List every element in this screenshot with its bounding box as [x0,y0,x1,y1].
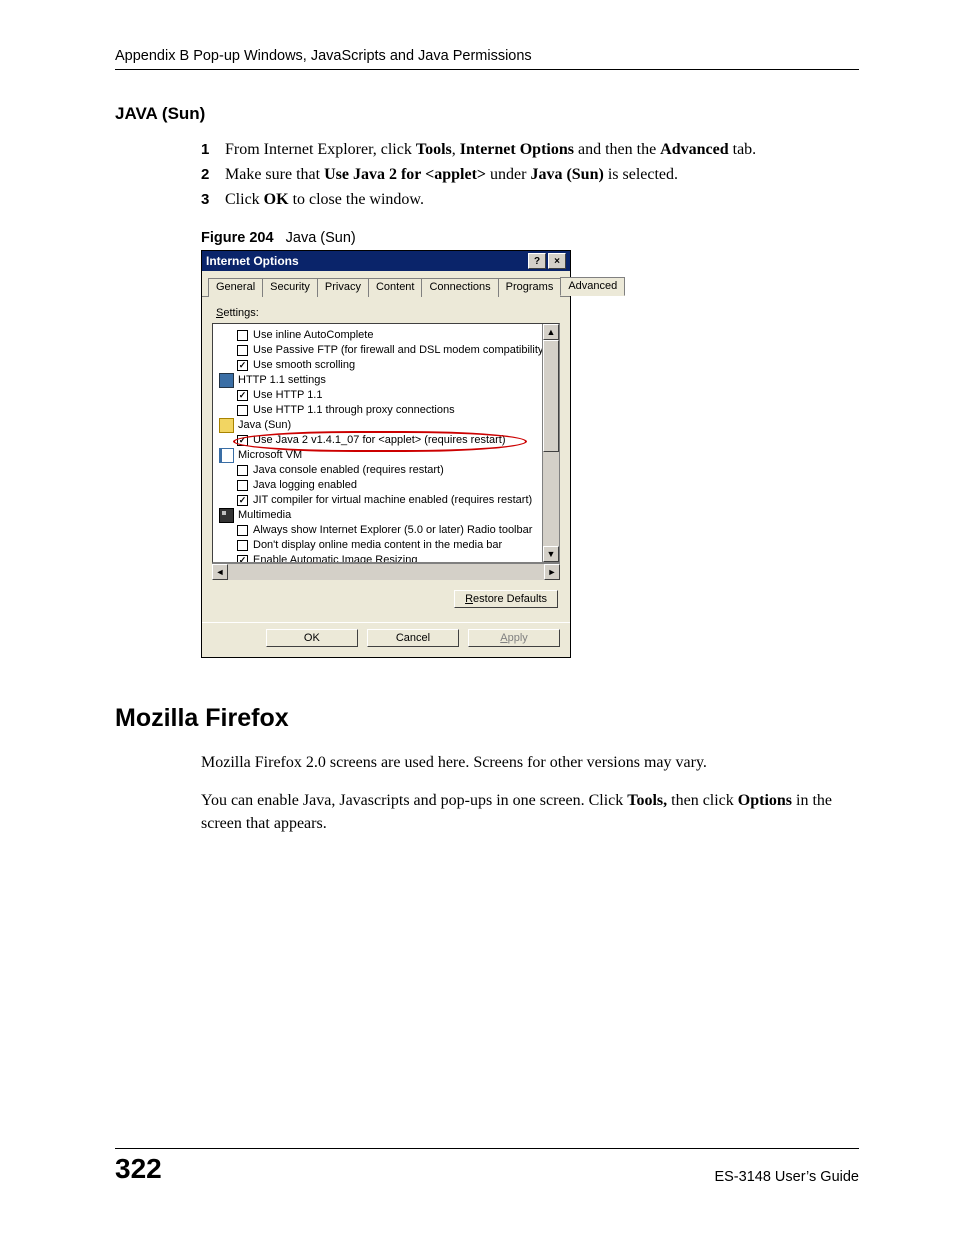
category-icon [219,508,234,523]
settings-item-label: Always show Internet Explorer (5.0 or la… [253,523,532,538]
settings-item-label: Java console enabled (requires restart) [253,463,444,478]
settings-checkbox-row[interactable]: Always show Internet Explorer (5.0 or la… [219,523,559,538]
settings-checkbox-row[interactable]: Java logging enabled [219,478,559,493]
internet-options-dialog: Internet Options ? × General Security Pr… [201,250,571,658]
step-2: 2 Make sure that Use Java 2 for <applet>… [201,163,859,188]
settings-checkbox-row[interactable]: Use HTTP 1.1 through proxy connections [219,403,559,418]
category-icon [219,448,234,463]
scroll-left-icon[interactable]: ◄ [212,564,228,580]
checkbox-icon[interactable]: ✓ [237,555,248,563]
step-text: Make sure that Use Java 2 for <applet> u… [225,166,678,183]
figure-caption: Figure 204 Java (Sun) [201,230,859,246]
tab-general[interactable]: General [208,278,263,297]
checkbox-icon[interactable] [237,405,248,416]
scroll-down-icon[interactable]: ▼ [543,546,559,562]
settings-item-label: Java logging enabled [253,478,357,493]
ok-button[interactable]: OK [266,629,358,647]
step-3: 3 Click OK to close the window. [201,188,859,213]
checkbox-icon[interactable] [237,465,248,476]
heading-mozilla-firefox: Mozilla Firefox [115,704,859,733]
step-number: 2 [201,163,209,186]
advanced-pane: Settings: Use inline AutoCompleteUse Pas… [202,297,570,622]
tab-programs[interactable]: Programs [498,278,562,297]
tab-privacy[interactable]: Privacy [317,278,369,297]
settings-checkbox-row[interactable]: Use Passive FTP (for firewall and DSL mo… [219,343,559,358]
vertical-scrollbar[interactable]: ▲ ▼ [542,324,559,562]
guide-name: ES-3148 User’s Guide [714,1169,859,1185]
settings-category: Multimedia [219,508,559,523]
checkbox-icon[interactable]: ✓ [237,435,248,446]
checkbox-icon[interactable] [237,525,248,536]
restore-defaults-button[interactable]: Restore Defaults [454,590,558,608]
settings-item-label: Use smooth scrolling [253,358,355,373]
settings-item-label: Java (Sun) [238,418,291,433]
settings-checkbox-row[interactable]: ✓ Enable Automatic Image Resizing [219,553,559,563]
settings-checkbox-row[interactable]: Don't display online media content in th… [219,538,559,553]
category-icon [219,418,234,433]
cancel-button[interactable]: Cancel [367,629,459,647]
step-text: From Internet Explorer, click Tools, Int… [225,141,756,158]
step-number: 1 [201,138,209,161]
settings-item-label: HTTP 1.1 settings [238,373,326,388]
settings-item-label: Use Java 2 v1.4.1_07 for <applet> (requi… [253,433,506,448]
running-header: Appendix B Pop-up Windows, JavaScripts a… [115,48,859,70]
heading-java-sun: JAVA (Sun) [115,104,859,124]
page-footer: 322 ES-3148 User’s Guide [115,1148,859,1185]
settings-item-label: JIT compiler for virtual machine enabled… [253,493,532,508]
horizontal-scrollbar[interactable]: ◄ ► [212,563,560,580]
dialog-titlebar: Internet Options ? × [202,251,570,271]
settings-item-label: Use HTTP 1.1 through proxy connections [253,403,455,418]
settings-checkbox-row[interactable]: Use inline AutoComplete [219,328,559,343]
tab-strip: General Security Privacy Content Connect… [202,271,570,297]
checkbox-icon[interactable]: ✓ [237,495,248,506]
scroll-thumb[interactable] [543,340,559,452]
settings-label: Settings: [216,307,560,319]
tab-security[interactable]: Security [262,278,318,297]
settings-item-label: Use Passive FTP (for firewall and DSL mo… [253,343,547,358]
settings-checkbox-row[interactable]: ✓ Use smooth scrolling [219,358,559,373]
settings-item-label: Use inline AutoComplete [253,328,373,343]
apply-button[interactable]: Apply [468,629,560,647]
checkbox-icon[interactable] [237,540,248,551]
page-number: 322 [115,1153,162,1185]
step-text: Click OK to close the window. [225,191,424,208]
scroll-right-icon[interactable]: ► [544,564,560,580]
settings-checkbox-row[interactable]: ✓ JIT compiler for virtual machine enable… [219,493,559,508]
settings-checkbox-row[interactable]: ✓ Use Java 2 v1.4.1_07 for <applet> (requ… [219,433,559,448]
settings-item-label: Don't display online media content in th… [253,538,502,553]
settings-tree[interactable]: Use inline AutoCompleteUse Passive FTP (… [212,323,560,563]
settings-item-label: Multimedia [238,508,291,523]
help-button[interactable]: ? [528,253,546,269]
scroll-up-icon[interactable]: ▲ [543,324,559,340]
dialog-button-row: OK Cancel Apply [202,622,570,657]
settings-item-label: Microsoft VM [238,448,302,463]
checkbox-icon[interactable] [237,480,248,491]
java-steps-list: 1 From Internet Explorer, click Tools, I… [201,138,859,212]
dialog-title: Internet Options [206,254,299,268]
category-icon [219,373,234,388]
tab-advanced[interactable]: Advanced [560,277,625,296]
settings-checkbox-row[interactable]: Java console enabled (requires restart) [219,463,559,478]
checkbox-icon[interactable]: ✓ [237,390,248,401]
tab-connections[interactable]: Connections [421,278,498,297]
step-number: 3 [201,188,209,211]
settings-category: Java (Sun) [219,418,559,433]
step-1: 1 From Internet Explorer, click Tools, I… [201,138,859,163]
figure-title: Java (Sun) [286,230,356,246]
close-button[interactable]: × [548,253,566,269]
firefox-para-1: Mozilla Firefox 2.0 screens are used her… [201,751,851,774]
firefox-para-2: You can enable Java, Javascripts and pop… [201,789,851,835]
settings-category: Microsoft VM [219,448,559,463]
tab-content[interactable]: Content [368,278,423,297]
settings-item-label: Enable Automatic Image Resizing [253,553,417,563]
checkbox-icon[interactable] [237,345,248,356]
settings-category: HTTP 1.1 settings [219,373,559,388]
settings-checkbox-row[interactable]: ✓ Use HTTP 1.1 [219,388,559,403]
settings-item-label: Use HTTP 1.1 [253,388,323,403]
checkbox-icon[interactable] [237,330,248,341]
checkbox-icon[interactable]: ✓ [237,360,248,371]
figure-number: Figure 204 [201,230,274,246]
